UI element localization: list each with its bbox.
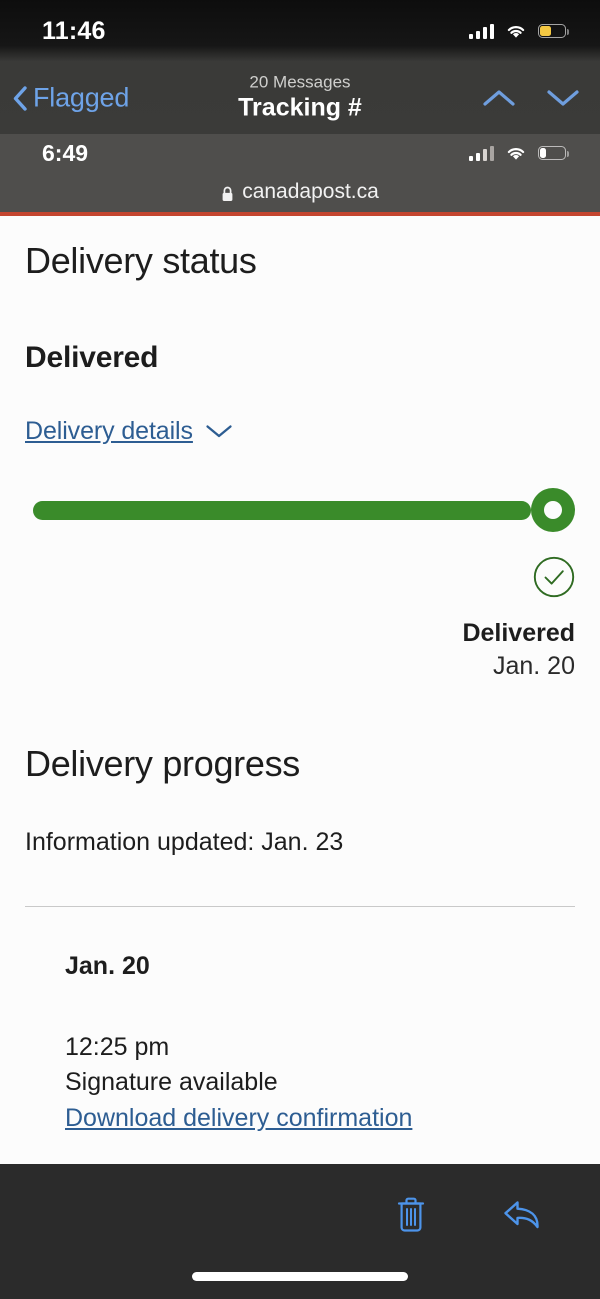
safari-screenshot-header: 6:49 canadapost.ca xyxy=(0,134,600,212)
delivery-details-label: Delivery details xyxy=(25,417,193,445)
wifi-icon xyxy=(505,23,527,39)
cellular-bars-icon xyxy=(468,145,494,161)
check-circle-icon xyxy=(533,556,575,598)
message-nav-arrows xyxy=(482,88,580,108)
battery-low-power-icon xyxy=(538,24,570,38)
delivered-milestone: Delivered Jan. 20 xyxy=(25,556,575,681)
phone-screen: 11:46 Flagged 20 Messages Tracking # 6:4… xyxy=(0,0,600,1299)
delivery-status-heading: Delivery status xyxy=(25,240,257,281)
information-updated-label: Information updated: Jan. 23 xyxy=(25,828,344,856)
chevron-up-icon[interactable] xyxy=(482,88,516,108)
safari-status-bar: 6:49 xyxy=(0,134,600,172)
status-bar-indicators xyxy=(468,23,570,39)
page-title: Tracking # xyxy=(238,93,362,122)
message-count-label: 20 Messages xyxy=(249,72,351,92)
home-indicator[interactable] xyxy=(192,1272,408,1281)
event-time: 12:25 pm xyxy=(65,1033,170,1061)
chevron-down-icon xyxy=(205,417,233,446)
trash-icon[interactable] xyxy=(394,1194,428,1236)
ios-status-bar: 11:46 xyxy=(0,0,600,62)
event-date: Jan. 20 xyxy=(65,952,150,980)
reply-arrow-icon[interactable] xyxy=(502,1197,542,1233)
event-note: Signature available xyxy=(65,1068,278,1096)
section-divider xyxy=(25,906,575,907)
cellular-bars-icon xyxy=(468,23,494,39)
tracking-event-row: Jan. 20 12:25 pm Signature available Dow… xyxy=(25,952,575,1133)
lock-icon xyxy=(221,184,234,201)
milestone-label: Delivered xyxy=(462,619,575,647)
progress-endpoint-knob xyxy=(531,488,575,532)
safari-url-label: canadapost.ca xyxy=(242,180,379,203)
download-delivery-confirmation-link[interactable]: Download delivery confirmation xyxy=(65,1104,575,1133)
wifi-icon xyxy=(505,145,527,161)
mail-navigation-bar: Flagged 20 Messages Tracking # xyxy=(0,62,600,134)
back-to-flagged-button[interactable]: Flagged xyxy=(12,83,129,114)
mail-app-header: 11:46 Flagged 20 Messages Tracking # xyxy=(0,0,600,134)
status-bar-clock: 11:46 xyxy=(42,16,106,45)
battery-icon xyxy=(538,146,570,160)
delivery-progress-bar xyxy=(25,488,575,532)
chevron-left-icon xyxy=(12,85,28,111)
tracking-page-content: Delivery status Delivered Delivery detai… xyxy=(0,216,600,1164)
chevron-down-icon[interactable] xyxy=(546,88,580,108)
progress-track-filled xyxy=(33,501,531,520)
delivery-details-toggle[interactable]: Delivery details xyxy=(25,417,233,446)
milestone-date: Jan. 20 xyxy=(492,652,575,680)
back-button-label: Flagged xyxy=(33,82,130,113)
toolbar-actions xyxy=(394,1194,542,1236)
delivery-state-label: Delivered xyxy=(25,341,159,374)
mail-title-block: 20 Messages Tracking # xyxy=(238,73,362,124)
mail-bottom-toolbar xyxy=(0,1164,600,1299)
safari-status-clock: 6:49 xyxy=(42,139,89,166)
delivery-progress-heading: Delivery progress xyxy=(25,743,300,784)
safari-address-bar[interactable]: canadapost.ca xyxy=(0,172,600,212)
safari-status-indicators xyxy=(468,145,570,161)
